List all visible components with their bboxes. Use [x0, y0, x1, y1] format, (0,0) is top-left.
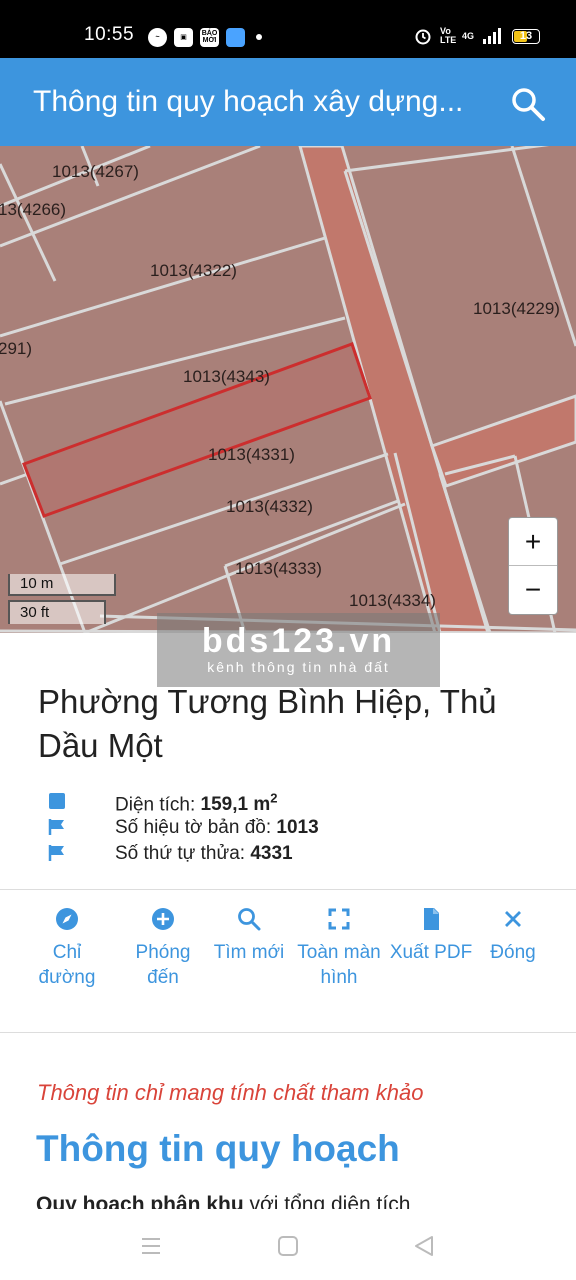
action-label: Chỉ đường	[38, 942, 96, 988]
plot-label: Số thứ tự thửa:	[115, 843, 246, 864]
fact-sheet: Số hiệu tờ bản đồ: 1013	[0, 814, 576, 840]
fullscreen-icon	[328, 908, 350, 930]
zoom-in-button[interactable]: +	[509, 518, 557, 566]
app-bar: Thông tin quy hoạch xây dựng...	[0, 58, 576, 146]
parcel-label: 1013(4343)	[183, 367, 270, 386]
scale-bar-meters: 10 m	[8, 574, 116, 596]
alarm-icon	[415, 29, 431, 45]
parcel-label: 1013(4322)	[150, 261, 237, 280]
sheet-value: 1013	[276, 817, 319, 838]
area-label: Diện tích:	[115, 794, 196, 816]
parcel-label: 1013(4331)	[208, 445, 295, 464]
directions-button[interactable]: Chỉ đường	[24, 906, 110, 990]
flag-icon	[48, 819, 64, 835]
search-icon	[238, 908, 261, 931]
sheet-label: Số hiệu tờ bản đồ:	[115, 817, 272, 838]
section-paragraph: Quy hoạch phân khu với tổng diện tích	[36, 1193, 411, 1209]
watermark: bds123.vn kênh thông tin nhà đất	[157, 613, 440, 687]
action-label: Phóng đến	[135, 942, 191, 988]
scale-bar-feet: 30 ft	[8, 600, 106, 624]
zoom-to-button[interactable]: Phóng đến	[120, 906, 206, 990]
parcel-label: 1013(4332)	[226, 497, 313, 516]
system-icons: Vo LTE 4G 13	[414, 25, 540, 47]
network-icon: 4G	[461, 30, 474, 41]
action-label: Xuất PDF	[389, 942, 473, 963]
notification-icons: ~ ▣ BÁO MỚI	[148, 26, 262, 48]
new-search-button[interactable]: Tìm mới	[206, 906, 292, 965]
parcel-label: 1013(4334)	[349, 591, 436, 610]
plus-circle-icon	[152, 908, 174, 930]
home-square-icon[interactable]	[276, 1234, 300, 1258]
battery-level: 13	[519, 30, 533, 42]
baomoi-icon: BÁO MỚI	[200, 27, 219, 47]
menu-icon[interactable]	[139, 1234, 163, 1258]
flag-icon	[48, 845, 64, 861]
parcel-label: 1013(4267)	[52, 162, 139, 181]
more-notifications-dot	[256, 34, 262, 40]
parcel-label: 1013(4333)	[235, 559, 322, 578]
compass-icon	[56, 908, 78, 930]
disclaimer-text: Thông tin chỉ mang tính chất tham khảo	[37, 1080, 424, 1105]
page-title: Thông tin quy hoạch xây dựng...	[33, 85, 464, 118]
zoom-control: + −	[508, 517, 558, 615]
status-time: 10:55	[84, 24, 135, 45]
parcel-label: 1013(4229)	[473, 299, 560, 318]
battery-icon: 13	[512, 28, 540, 44]
action-label: Tìm mới	[213, 942, 285, 963]
map-view[interactable]: 1013(4267) 13(4266) 1013(4322) 1013(4229…	[0, 146, 576, 633]
parcel-label: 13(4266)	[0, 200, 67, 219]
plot-value: 4331	[250, 843, 293, 864]
watermark-tagline: kênh thông tin nhà đất	[207, 659, 390, 675]
action-label: Đóng	[490, 942, 536, 963]
messenger-icon: ~	[148, 27, 167, 47]
square-icon	[49, 793, 65, 809]
place-name: Phường Tương Bình Hiệp, Thủ Dầu Một	[38, 683, 497, 764]
status-bar: 10:55 ~ ▣ BÁO MỚI Vo LTE 4G 13	[0, 0, 576, 58]
search-icon[interactable]	[510, 86, 546, 122]
export-pdf-button[interactable]: Xuất PDF	[388, 906, 474, 965]
copy-app-icon: ▣	[174, 27, 193, 47]
area-value: 159,1 m2	[200, 791, 278, 816]
watermark-brand: bds123.vn	[201, 622, 396, 660]
close-icon	[505, 911, 521, 927]
system-nav-bar	[0, 1210, 576, 1280]
action-bar: Chỉ đường Phóng đến Tìm mới Toàn màn hìn…	[24, 906, 564, 1016]
fact-plot: Số thứ tự thửa: 4331	[0, 840, 576, 866]
zoom-out-button[interactable]: −	[509, 566, 557, 614]
action-label: Toàn màn hình	[297, 942, 381, 988]
file-icon	[424, 908, 439, 930]
back-triangle-icon[interactable]	[412, 1234, 436, 1258]
fullscreen-button[interactable]: Toàn màn hình	[296, 906, 382, 990]
section-heading: Thông tin quy hoạch	[36, 1128, 400, 1169]
divider	[0, 889, 576, 890]
app-icon	[226, 27, 245, 47]
signal-icon	[483, 28, 501, 44]
parcel-label: 291)	[0, 339, 33, 358]
fact-area: Diện tích: 159,1 m2	[0, 788, 576, 816]
plot-facts: Diện tích: 159,1 m2 Số hiệu tờ bản đồ: 1…	[0, 788, 576, 866]
divider	[0, 1032, 576, 1033]
volte-icon: Vo LTE	[439, 26, 457, 45]
close-button[interactable]: Đóng	[470, 906, 556, 965]
